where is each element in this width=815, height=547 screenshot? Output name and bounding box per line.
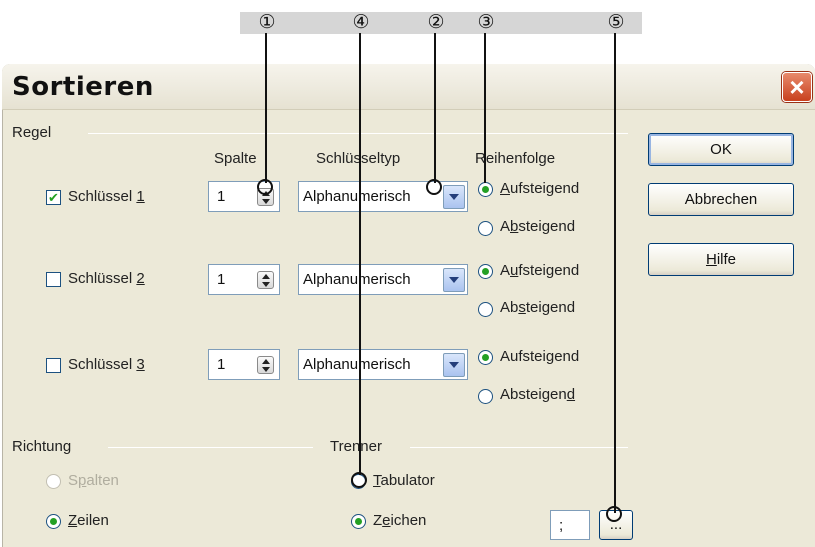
callout-4: ④: [352, 11, 370, 33]
key-3-type-select[interactable]: Alphanumerisch: [298, 349, 468, 380]
key-2-checkbox[interactable]: [46, 272, 61, 287]
key-2-column-value: 1: [217, 271, 226, 288]
key-2-type-value: Alphanumerisch: [303, 271, 411, 288]
dialog-title: Sortieren: [12, 72, 154, 102]
chevron-down-icon[interactable]: [443, 268, 465, 292]
callout-5: ⑤: [607, 11, 625, 33]
callout-1-line: [265, 33, 267, 183]
key-1-ascending-label: Aufsteigend: [500, 180, 580, 197]
key-1-descending-radio[interactable]: [478, 221, 493, 236]
columns-radio[interactable]: [46, 474, 61, 489]
separator-group-line: [410, 447, 628, 448]
key-3-descending-label: Absteigend: [500, 386, 576, 403]
key-1-type-select[interactable]: Alphanumerisch: [298, 181, 468, 212]
spinner-arrows-icon[interactable]: [257, 271, 274, 289]
chevron-down-icon[interactable]: [443, 185, 465, 209]
key-3-ascending-label: Aufsteigend: [500, 348, 580, 365]
direction-group-label: Richtung: [12, 438, 72, 455]
key-2-descending-radio[interactable]: [478, 302, 493, 317]
key-1-checkbox[interactable]: ✔: [46, 190, 61, 205]
help-button[interactable]: Hilfe: [648, 243, 794, 276]
key-2-ascending-label: Aufsteigend: [500, 262, 580, 279]
character-radio[interactable]: [351, 514, 366, 529]
callout-5-marker: [606, 506, 622, 522]
callout-4-line: [359, 33, 361, 475]
key-2-ascending-radio[interactable]: [478, 264, 493, 279]
callout-2-marker: [426, 179, 442, 195]
key-3-column-value: 1: [217, 356, 226, 373]
callout-2-line: [434, 33, 436, 183]
key-3-checkbox[interactable]: [46, 358, 61, 373]
key-3-type-value: Alphanumerisch: [303, 356, 411, 373]
key-1-descending-label: Absteigend: [500, 218, 576, 235]
callout-4-marker: [351, 472, 367, 488]
ok-button[interactable]: OK: [648, 133, 794, 166]
callout-3: ③: [477, 11, 495, 33]
key-3-label: Schlüssel 3: [68, 356, 145, 373]
separator-char-input[interactable]: ;: [550, 510, 590, 540]
separator-group-label: Trenner: [330, 438, 382, 455]
direction-group-line: [108, 447, 313, 448]
key-1-column-value: 1: [217, 188, 226, 205]
key-3-ascending-radio[interactable]: [478, 350, 493, 365]
columns-label: Spalten: [68, 472, 119, 489]
character-label: Zeichen: [373, 512, 427, 529]
key-3-column-spinner[interactable]: 1: [208, 349, 280, 380]
callout-1: ①: [258, 11, 276, 33]
callout-3-line: [484, 33, 486, 183]
key-1-ascending-radio[interactable]: [478, 182, 493, 197]
key-2-descending-label: Absteigend: [500, 299, 576, 316]
callout-1-marker: [257, 179, 273, 195]
key-2-type-select[interactable]: Alphanumerisch: [298, 264, 468, 295]
tab-label: Tabulator: [373, 472, 435, 489]
rows-radio[interactable]: [46, 514, 61, 529]
cancel-button[interactable]: Abbrechen: [648, 183, 794, 216]
callout-5-line: [614, 33, 616, 513]
callout-2: ②: [427, 11, 445, 33]
key-1-label: Schlüssel 1: [68, 188, 145, 205]
key-2-label: Schlüssel 2: [68, 270, 145, 287]
order-header: Reihenfolge: [475, 150, 556, 167]
chevron-down-icon[interactable]: [443, 353, 465, 377]
key-2-column-spinner[interactable]: 1: [208, 264, 280, 295]
rules-group-line: [88, 133, 628, 134]
close-button[interactable]: ×: [782, 72, 812, 102]
rules-group-label: Regel: [12, 124, 52, 141]
column-header: Spalte: [214, 150, 257, 167]
spinner-arrows-icon[interactable]: [257, 356, 274, 374]
rows-label: Zeilen: [68, 512, 109, 529]
key-1-type-value: Alphanumerisch: [303, 188, 411, 205]
key-3-descending-radio[interactable]: [478, 389, 493, 404]
